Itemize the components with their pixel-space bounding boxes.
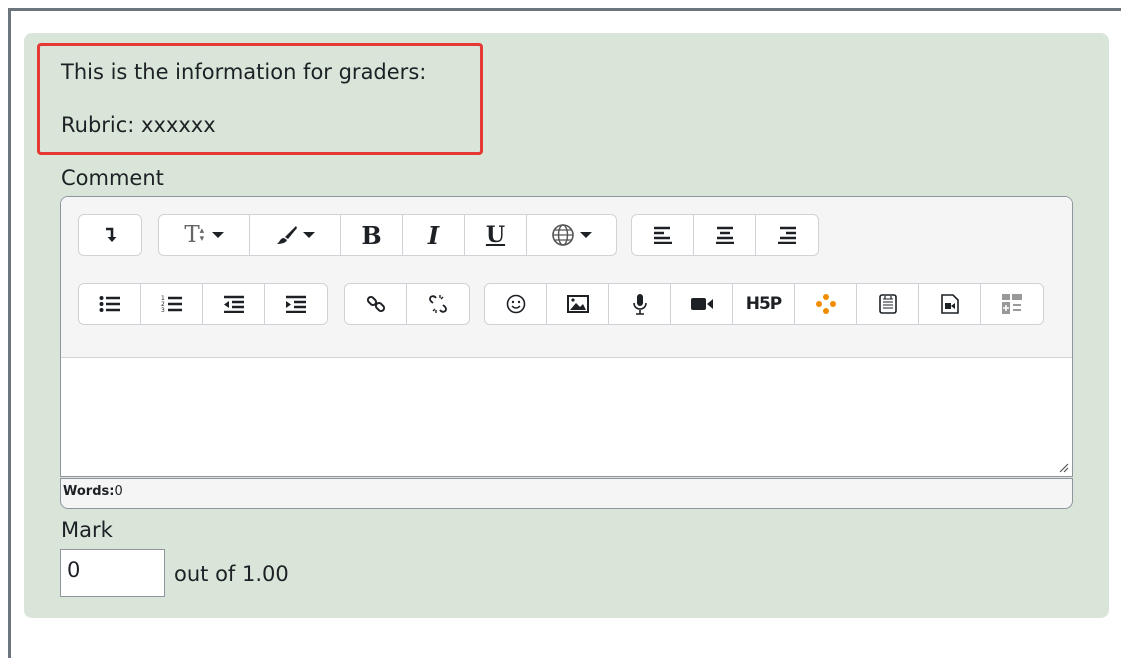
mark-input[interactable]: 0 bbox=[60, 549, 165, 597]
unordered-list-button[interactable] bbox=[79, 284, 141, 324]
indent-button[interactable] bbox=[265, 284, 327, 324]
paragraph-style-button[interactable]: T ▴ ▾ bbox=[159, 215, 250, 255]
align-center-button[interactable] bbox=[694, 215, 756, 255]
unordered-list-icon bbox=[99, 296, 120, 312]
toolbar-group-links bbox=[344, 283, 470, 325]
align-center-icon bbox=[715, 226, 734, 244]
align-left-button[interactable] bbox=[632, 215, 694, 255]
record-audio-icon bbox=[632, 294, 647, 315]
mark-out-of: out of 1.00 bbox=[174, 562, 289, 586]
comment-editor[interactable]: T ▴ ▾ B I U 1 2 3 H5P bbox=[60, 196, 1073, 477]
h5p-icon: H5P bbox=[745, 294, 783, 314]
toolbar-group-lists: 123 bbox=[78, 283, 328, 325]
indent-icon bbox=[286, 295, 306, 313]
image-button[interactable] bbox=[547, 284, 609, 324]
h5p-button[interactable]: H5P bbox=[733, 284, 795, 324]
ordered-list-icon: 123 bbox=[161, 295, 182, 314]
collapse-toolbar-icon bbox=[106, 227, 117, 242]
bold-button[interactable]: B bbox=[341, 215, 403, 255]
image-icon bbox=[566, 295, 589, 313]
align-right-icon bbox=[778, 226, 796, 244]
editor-toolbar: T ▴ ▾ B I U 1 2 3 H5P bbox=[61, 197, 1072, 358]
resize-handle-icon[interactable] bbox=[1057, 461, 1069, 473]
italic-icon: I bbox=[427, 220, 440, 250]
table-icon bbox=[1002, 294, 1022, 314]
word-count-value: 0 bbox=[114, 484, 123, 499]
media-plugin-button[interactable] bbox=[795, 284, 857, 324]
media-file-icon bbox=[940, 294, 959, 314]
emoticon-icon bbox=[506, 294, 525, 314]
align-left-icon bbox=[653, 226, 672, 244]
outdent-icon bbox=[223, 295, 244, 313]
language-button[interactable] bbox=[527, 215, 616, 255]
comment-text-area[interactable] bbox=[61, 358, 1072, 476]
manage-files-icon bbox=[878, 294, 897, 314]
svg-text:3: 3 bbox=[161, 307, 165, 314]
language-icon bbox=[552, 224, 574, 246]
align-right-button[interactable] bbox=[756, 215, 818, 255]
comment-label: Comment bbox=[61, 166, 164, 190]
record-video-button[interactable] bbox=[671, 284, 733, 324]
toolbar-group-media: H5P bbox=[484, 283, 1044, 325]
word-count-label: Words: bbox=[63, 484, 115, 499]
emoticon-button[interactable] bbox=[485, 284, 547, 324]
toolbar-group-align bbox=[631, 214, 819, 256]
media-file-button[interactable] bbox=[919, 284, 981, 324]
manage-files-button[interactable] bbox=[857, 284, 919, 324]
grader-info-text: This is the information for graders: bbox=[61, 60, 427, 84]
paragraph-style-icon: T bbox=[184, 222, 200, 248]
toolbar-group-collapse bbox=[78, 214, 142, 256]
underline-button[interactable]: U bbox=[465, 215, 527, 255]
link-icon bbox=[366, 295, 385, 313]
unlink-button[interactable] bbox=[407, 284, 469, 324]
word-count: Words:0 bbox=[60, 478, 1073, 509]
record-audio-button[interactable] bbox=[609, 284, 671, 324]
unlink-icon bbox=[429, 295, 447, 313]
table-button[interactable] bbox=[981, 284, 1043, 324]
font-color-icon bbox=[276, 226, 297, 244]
outdent-button[interactable] bbox=[203, 284, 265, 324]
italic-button[interactable]: I bbox=[403, 215, 465, 255]
underline-icon: U bbox=[485, 222, 506, 248]
link-button[interactable] bbox=[345, 284, 407, 324]
rubric-text: Rubric: xxxxxx bbox=[61, 113, 216, 137]
mark-label: Mark bbox=[61, 518, 113, 542]
collapse-toolbar-button[interactable] bbox=[79, 215, 141, 255]
media-dots-icon bbox=[815, 294, 836, 314]
toolbar-group-style: T ▴ ▾ B I U bbox=[158, 214, 617, 256]
ordered-list-button[interactable]: 123 bbox=[141, 284, 203, 324]
font-color-button[interactable] bbox=[250, 215, 341, 255]
record-video-icon bbox=[690, 298, 713, 310]
bold-icon: B bbox=[361, 220, 382, 250]
